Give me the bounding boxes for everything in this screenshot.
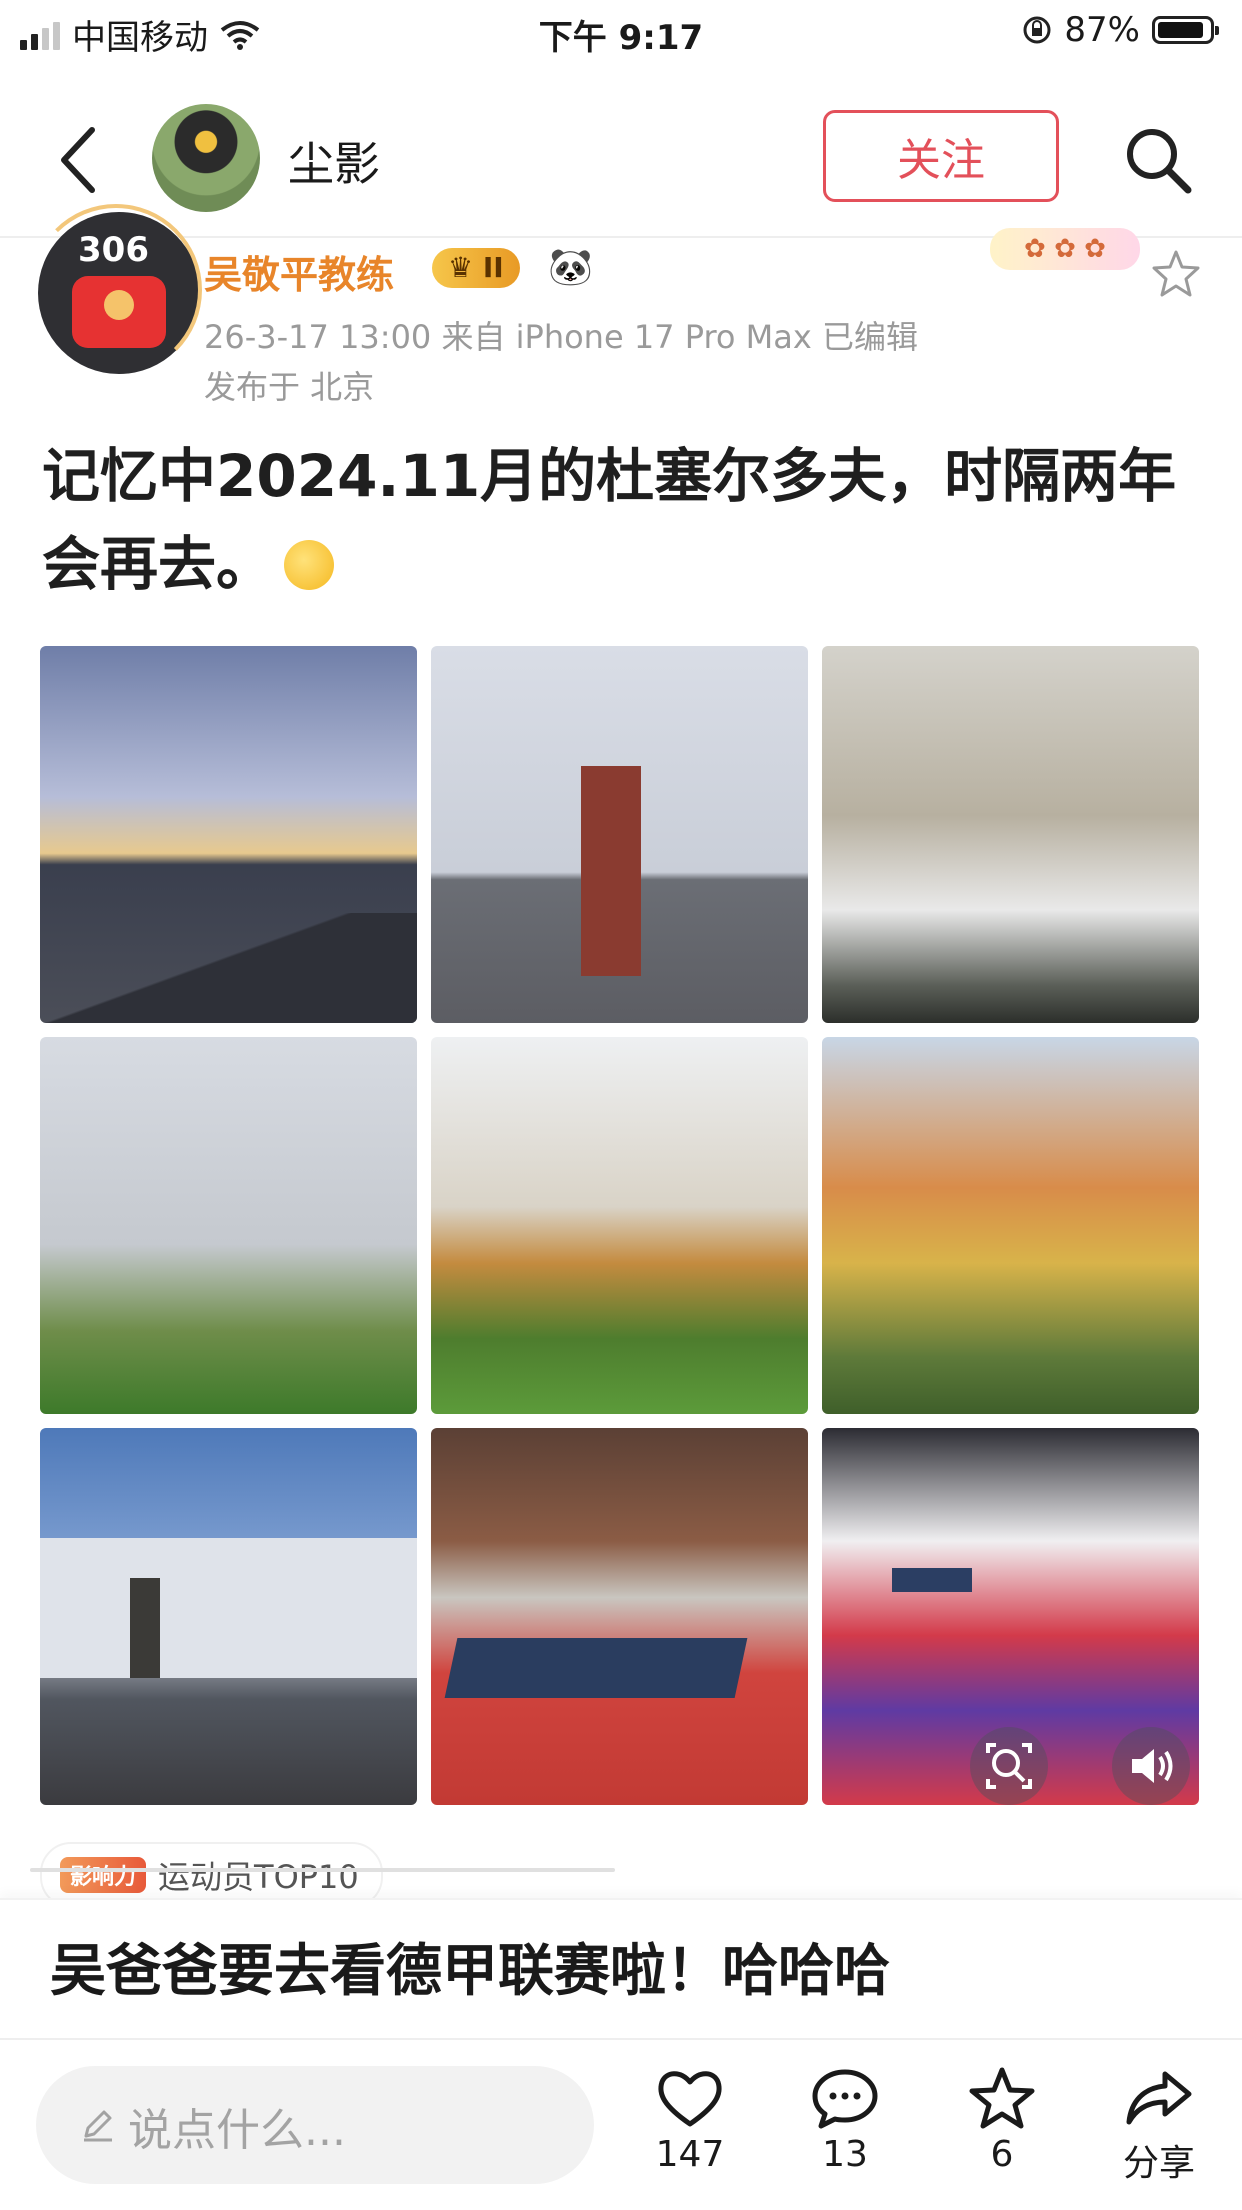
red-envelope-icon <box>72 276 166 348</box>
vip-level: II <box>482 251 504 284</box>
user-avatar[interactable] <box>152 104 260 212</box>
pencil-icon <box>84 2110 112 2142</box>
share-button[interactable]: 分享 <box>1104 2066 1214 2186</box>
decoration-sticker: ✿ ✿ ✿ <box>990 228 1140 270</box>
avatar-count: 306 <box>78 230 149 270</box>
comment-count: 13 <box>822 2134 868 2175</box>
table-tennis-center-photo[interactable] <box>40 1428 417 1805</box>
street-sunset-photo[interactable] <box>40 646 417 1023</box>
search-icon[interactable] <box>1118 120 1198 200</box>
like-button[interactable]: 147 <box>635 2066 745 2175</box>
comment-button[interactable]: 13 <box>790 2066 900 2175</box>
vip-badge: ♛ II <box>432 248 520 288</box>
sound-icon[interactable] <box>1112 1727 1190 1805</box>
post-location: 发布于 北京 <box>204 368 375 406</box>
star-icon <box>969 2067 1035 2129</box>
favorite-button[interactable]: 6 <box>947 2066 1057 2175</box>
star-icon[interactable] <box>1150 248 1202 300</box>
panda-icon: 🐼 <box>548 247 593 288</box>
photo-grid <box>40 646 1200 1806</box>
thinking-emoji-icon <box>284 540 335 590</box>
scroll-indicator <box>30 1868 615 1872</box>
comment-icon <box>812 2069 878 2129</box>
brick-tower-photo[interactable] <box>431 646 808 1023</box>
status-right: 87% <box>1022 10 1219 50</box>
user-name[interactable]: 尘影 <box>288 128 380 194</box>
share-label: 分享 <box>1122 2143 1195 2184</box>
influence-badge: 影响力 <box>60 1857 147 1893</box>
like-count: 147 <box>655 2134 725 2175</box>
battery-percent: 87% <box>1064 10 1140 50</box>
favorite-count: 6 <box>990 2134 1014 2175</box>
table-tennis-hall-photo[interactable] <box>431 1428 808 1805</box>
post-text: 记忆中2024.11月的杜塞尔多夫，时隔两年会再去。 <box>42 432 1202 608</box>
post-meta: 26-3-17 13:00 来自 iPhone 17 Pro Max 已编辑 <box>204 318 918 356</box>
bare-trees-park-photo[interactable] <box>40 1037 417 1414</box>
author-name[interactable]: 吴敬平教练 <box>204 244 394 299</box>
zoom-icon[interactable] <box>970 1727 1048 1805</box>
snowy-roof-photo[interactable] <box>822 646 1199 1023</box>
lock-rotation-icon <box>1023 16 1051 44</box>
share-icon <box>1126 2071 1192 2125</box>
back-icon[interactable] <box>50 120 110 200</box>
heart-icon <box>658 2071 722 2127</box>
battery-icon <box>1152 16 1219 44</box>
influence-label: 运动员TOP10 <box>158 1858 359 1896</box>
nav-bar: 尘影 关注 <box>0 90 1242 225</box>
status-bar: 中国移动 下午 9:17 87% <box>0 0 1242 64</box>
autumn-tree-photo[interactable] <box>822 1037 1199 1414</box>
white-villa-photo[interactable] <box>431 1037 808 1414</box>
comment-placeholder[interactable]: 说点什么... <box>128 2094 346 2158</box>
follow-button[interactable]: 关注 <box>823 110 1059 202</box>
reply-text[interactable]: 吴爸爸要去看德甲联赛啦！哈哈哈 <box>50 1926 890 2007</box>
post-text-content: 记忆中2024.11月的杜塞尔多夫，时隔两年会再去。 <box>42 442 1177 598</box>
